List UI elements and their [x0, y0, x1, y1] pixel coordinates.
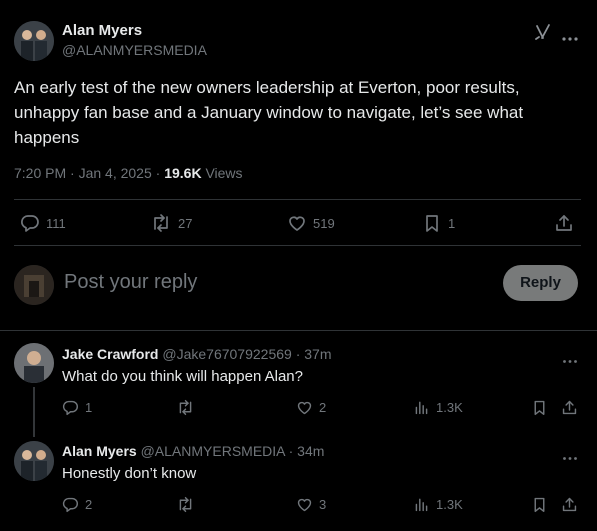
like-icon [297, 401, 312, 415]
more-icon[interactable] [562, 351, 578, 369]
reply-icon [21, 215, 39, 232]
repost-icon [179, 496, 192, 513]
reply-icon [62, 497, 78, 513]
bookmark-icon [426, 215, 438, 232]
reply-count: 2 [85, 497, 93, 512]
reply-avatar[interactable] [14, 441, 54, 481]
share-icon [556, 215, 572, 231]
reply-count: 111 [46, 215, 66, 231]
bookmark-button[interactable]: 1 [422, 213, 455, 233]
share-button[interactable] [561, 496, 578, 513]
current-user-avatar[interactable] [14, 265, 54, 305]
views-icon [415, 401, 428, 415]
reply-button[interactable]: 1 [62, 399, 92, 416]
reply-input[interactable]: Post your reply [64, 271, 197, 294]
like-icon [297, 498, 312, 512]
post-time[interactable]: 7:20 PM · Jan 4, 2025 · [14, 165, 164, 181]
share-button[interactable] [554, 213, 574, 233]
like-count: 3 [319, 497, 327, 512]
author-handle[interactable]: @ALANMYERSMEDIA [62, 42, 207, 58]
like-count: 519 [313, 215, 335, 231]
like-button[interactable]: 519 [287, 213, 335, 233]
repost-button[interactable] [176, 496, 195, 513]
share-icon [562, 497, 577, 512]
views-count: 1.3K [436, 497, 463, 512]
reply-icon [62, 400, 78, 416]
views-button[interactable]: 1.3K [413, 399, 463, 416]
reply-submit-button[interactable]: Reply [503, 265, 578, 301]
bookmark-count: 1 [448, 215, 456, 231]
repost-icon [179, 399, 192, 416]
repost-button[interactable] [176, 399, 195, 416]
author-avatar[interactable] [14, 21, 54, 61]
repost-icon [154, 214, 168, 232]
share-icon [562, 400, 577, 415]
reply-button[interactable]: 2 [62, 496, 92, 513]
like-count: 2 [319, 400, 327, 415]
like-button[interactable]: 3 [296, 496, 326, 513]
views-label: Views [201, 165, 243, 181]
bookmark-icon [534, 497, 545, 513]
grok-icon[interactable] [533, 22, 553, 42]
divider [0, 330, 597, 331]
views-icon [415, 498, 428, 512]
share-button[interactable] [561, 399, 578, 416]
more-icon[interactable] [562, 448, 578, 466]
reply-time[interactable]: · 34m [285, 443, 325, 459]
reply-author-handle[interactable]: @Jake76707922569 [162, 346, 291, 362]
divider [14, 245, 581, 246]
bookmark-icon [534, 400, 545, 416]
reply-time[interactable]: · 37m [292, 346, 332, 362]
reply-count: 1 [85, 400, 93, 415]
reply-author-handle[interactable]: @ALANMYERSMEDIA [141, 443, 285, 459]
repost-count: 27 [178, 215, 193, 231]
reply-header: Alan Myers @ALANMYERSMEDIA · 34m [62, 443, 324, 459]
bookmark-button[interactable] [531, 399, 548, 416]
views-count: 19.6K [164, 165, 202, 181]
reply-text: What do you think will happen Alan? [62, 368, 303, 385]
views-button[interactable]: 1.3K [413, 496, 463, 513]
bookmark-button[interactable] [531, 496, 548, 513]
post-text: An early test of the new owners leadersh… [14, 78, 524, 147]
post-meta: 7:20 PM · Jan 4, 2025 · 19.6K Views [14, 165, 243, 181]
reply-header: Jake Crawford @Jake76707922569 · 37m [62, 346, 332, 362]
reply-author-name[interactable]: Jake Crawford [62, 346, 158, 362]
author-name[interactable]: Alan Myers [62, 22, 142, 39]
reply-text: Honestly don’t know [62, 465, 197, 482]
reply-avatar[interactable] [14, 343, 54, 383]
reply-button[interactable]: 111 [20, 213, 66, 233]
views-count: 1.3K [436, 400, 463, 415]
more-icon[interactable] [561, 29, 579, 41]
repost-button[interactable]: 27 [150, 213, 192, 233]
like-icon [289, 216, 305, 231]
like-button[interactable]: 2 [296, 399, 326, 416]
divider [14, 199, 581, 200]
thread-line [33, 387, 35, 437]
reply-author-name[interactable]: Alan Myers [62, 443, 137, 459]
